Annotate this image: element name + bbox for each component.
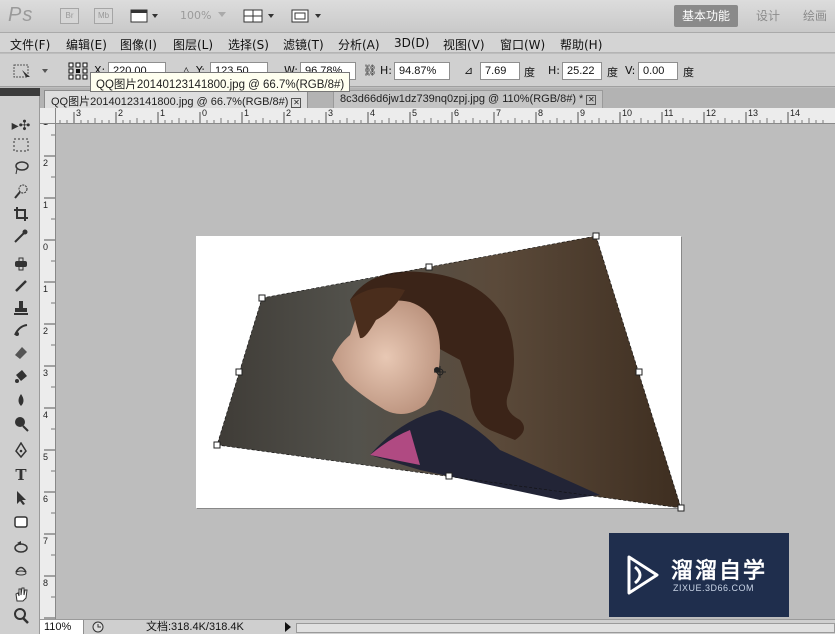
transform-handle[interactable] bbox=[677, 504, 685, 512]
status-menu-arrow-icon[interactable] bbox=[284, 622, 292, 634]
timeline-icon[interactable] bbox=[92, 621, 104, 634]
play-logo-icon bbox=[627, 555, 659, 595]
transform-handle[interactable] bbox=[258, 294, 266, 302]
transform-handle[interactable] bbox=[235, 368, 243, 376]
document-tooltip: QQ图片20140123141800.jpg @ 66.7%(RGB/8#) bbox=[90, 72, 351, 92]
transform-handle[interactable] bbox=[213, 441, 221, 449]
document-size: 文档:318.4K/318.4K bbox=[146, 621, 244, 633]
transform-handle[interactable] bbox=[445, 472, 453, 480]
horizontal-scrollbar[interactable] bbox=[296, 623, 835, 633]
transform-handle[interactable] bbox=[635, 368, 643, 376]
watermark-title: 溜溜自学 bbox=[671, 559, 768, 584]
zoom-input[interactable]: 110% bbox=[40, 620, 84, 634]
status-bar: 110% 文档:318.4K/318.4K bbox=[40, 619, 835, 634]
transform-handle[interactable] bbox=[592, 232, 600, 240]
watermark-logo: 溜溜自学 ZIXUE.3D66.COM bbox=[609, 533, 789, 617]
transform-handle[interactable] bbox=[425, 263, 433, 271]
watermark-subtitle: ZIXUE.3D66.COM bbox=[673, 583, 755, 593]
